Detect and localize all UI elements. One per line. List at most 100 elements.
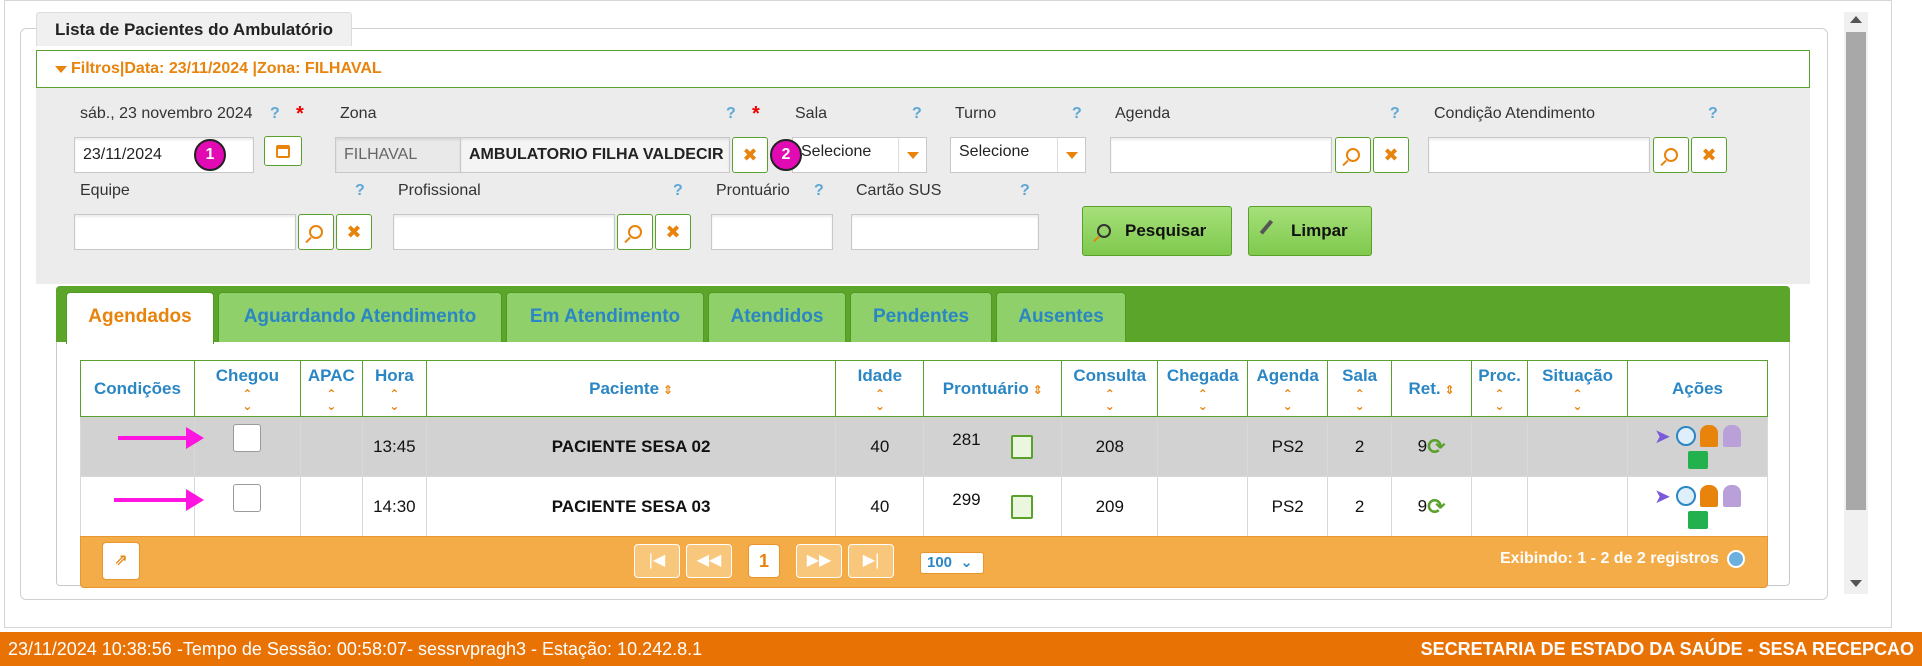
cartao-label: Cartão SUS [856,182,942,199]
table-row[interactable]: 13:45 PACIENTE SESA 02 40 281 208 PS2 2 … [80,416,1768,477]
sala-select[interactable]: Selecione [792,137,927,173]
condicao-clear-button[interactable]: ✖ [1691,137,1727,173]
send-icon[interactable]: ➤ [1654,484,1671,509]
tab-ausentes[interactable]: Ausentes [996,292,1126,342]
table-row[interactable]: 14:30 PACIENTE SESA 03 40 299 209 PS2 2 … [80,476,1768,537]
doctor-icon[interactable] [1700,485,1719,508]
prev-page-icon: ◀◀ [696,552,722,569]
col-apac[interactable]: APAC ⌃ ⌄ [299,360,363,417]
prontuario-help-icon[interactable]: ? [814,182,824,200]
cell-paciente[interactable]: PACIENTE SESA 02 [425,416,837,477]
cell-chegada [1157,476,1249,537]
col-chegada[interactable]: Chegada ⌃ ⌄ [1157,360,1249,417]
close-icon: ✖ [346,221,362,242]
current-page[interactable]: 1 [748,544,780,578]
arrived-checkbox[interactable] [233,423,262,452]
turno-select[interactable]: Selecione [950,137,1086,173]
calendar-button[interactable] [264,136,302,166]
condicao-search-button[interactable] [1653,137,1689,173]
turno-help-icon[interactable]: ? [1072,105,1082,123]
close-icon: ✖ [1701,144,1717,165]
clock-icon[interactable] [1675,486,1696,507]
col-proc[interactable]: Proc. ⌃ ⌄ [1471,360,1529,417]
clear-button[interactable]: Limpar [1248,206,1372,256]
profissional-search-button[interactable] [617,214,653,250]
date-input[interactable]: 23/11/2024 [74,137,254,173]
nurse-icon[interactable] [1722,425,1741,448]
cell-chegou [193,476,301,537]
sala-label: Sala [795,105,828,122]
tab-aguardando-atendimento[interactable]: Aguardando Atendimento [218,292,502,342]
agenda-input[interactable] [1110,137,1332,173]
agenda-search-button[interactable] [1335,137,1371,173]
col-chegou[interactable]: Chegou ⌃ ⌄ [193,360,301,417]
doctor-icon[interactable] [1700,425,1719,448]
col-agenda[interactable]: Agenda ⌃ ⌄ [1247,360,1329,417]
profissional-help-icon[interactable]: ? [673,182,683,200]
close-icon: ✖ [742,144,758,165]
condicao-input[interactable] [1428,137,1650,173]
col-situacao[interactable]: Situação ⌃ ⌄ [1527,360,1628,417]
chevron-down-icon [1057,138,1085,172]
col-prontuario[interactable]: Prontuário ⇕ [923,360,1063,417]
filters-toggle[interactable]: Filtros|Data: 23/11/2024 |Zona: FILHAVAL [36,50,1810,88]
sala-help-icon[interactable]: ? [912,105,922,123]
clipboard-chart-icon[interactable] [1011,494,1034,519]
clock-icon[interactable] [1675,426,1696,447]
zona-code-input: FILHAVAL [335,137,461,173]
nurse-icon[interactable] [1722,485,1741,508]
agenda-clear-button[interactable]: ✖ [1373,137,1409,173]
zona-help-icon[interactable]: ? [726,105,736,123]
equipe-input[interactable] [74,214,296,250]
clipboard-chart-icon[interactable] [1011,434,1034,459]
printer-icon[interactable] [1687,451,1708,470]
equipe-help-icon[interactable]: ? [355,182,365,200]
printer-icon[interactable] [1687,511,1708,530]
profissional-clear-button[interactable]: ✖ [655,214,691,250]
col-sala[interactable]: Sala ⌃ ⌄ [1327,360,1393,417]
agenda-help-icon[interactable]: ? [1390,105,1400,123]
first-page-button[interactable]: |◀ [634,544,680,578]
scrollbar-thumb[interactable] [1846,32,1866,510]
export-button[interactable]: ⇗ [102,542,140,580]
zona-clear-button[interactable]: ✖ [732,137,768,173]
equipe-clear-button[interactable]: ✖ [336,214,372,250]
scroll-down-icon[interactable] [1850,580,1862,587]
col-hora[interactable]: Hora ⌃ ⌄ [361,360,427,417]
prontuario-input[interactable] [711,214,833,250]
search-button[interactable]: Pesquisar [1082,206,1232,256]
page-size-select[interactable]: 100 ⌄ [920,552,984,574]
col-consulta[interactable]: Consulta ⌃ ⌄ [1061,360,1159,417]
cartao-help-icon[interactable]: ? [1020,182,1030,200]
equipe-search-button[interactable] [298,214,334,250]
scroll-up-icon[interactable] [1850,16,1862,23]
col-idade[interactable]: Idade ⌃ ⌄ [835,360,925,417]
col-condicoes[interactable]: Condições [80,360,195,417]
prev-page-button[interactable]: ◀◀ [686,544,732,578]
tab-agendados[interactable]: Agendados [66,292,214,344]
profissional-input[interactable] [393,214,615,250]
next-page-button[interactable]: ▶▶ [796,544,842,578]
cell-paciente[interactable]: PACIENTE SESA 03 [425,476,837,537]
tab-pendentes[interactable]: Pendentes [850,292,992,342]
tab-atendidos[interactable]: Atendidos [708,292,846,342]
date-help-icon[interactable]: ? [270,105,280,123]
col-paciente[interactable]: Paciente ⇕ [425,360,837,417]
page-size-value: 100 [927,554,953,571]
prontuario-number: 299 [952,489,981,509]
last-page-button[interactable]: ▶| [848,544,894,578]
arrived-checkbox[interactable] [233,483,262,512]
cell-chegada [1157,416,1249,477]
refresh-clock-icon[interactable] [1727,550,1746,568]
cell-idade: 40 [835,476,925,537]
col-ret[interactable]: Ret. ⇕ [1391,360,1473,417]
cell-prontuario: 281 [923,416,1063,477]
send-icon[interactable]: ➤ [1654,424,1671,449]
col-label: Condições [94,378,181,398]
col-label: Hora [374,365,414,385]
cartao-input[interactable] [851,214,1039,250]
refresh-icon[interactable]: ⟳ [1427,434,1445,460]
refresh-icon[interactable]: ⟳ [1427,494,1445,520]
tab-em-atendimento[interactable]: Em Atendimento [506,292,704,342]
condicao-help-icon[interactable]: ? [1708,105,1718,123]
